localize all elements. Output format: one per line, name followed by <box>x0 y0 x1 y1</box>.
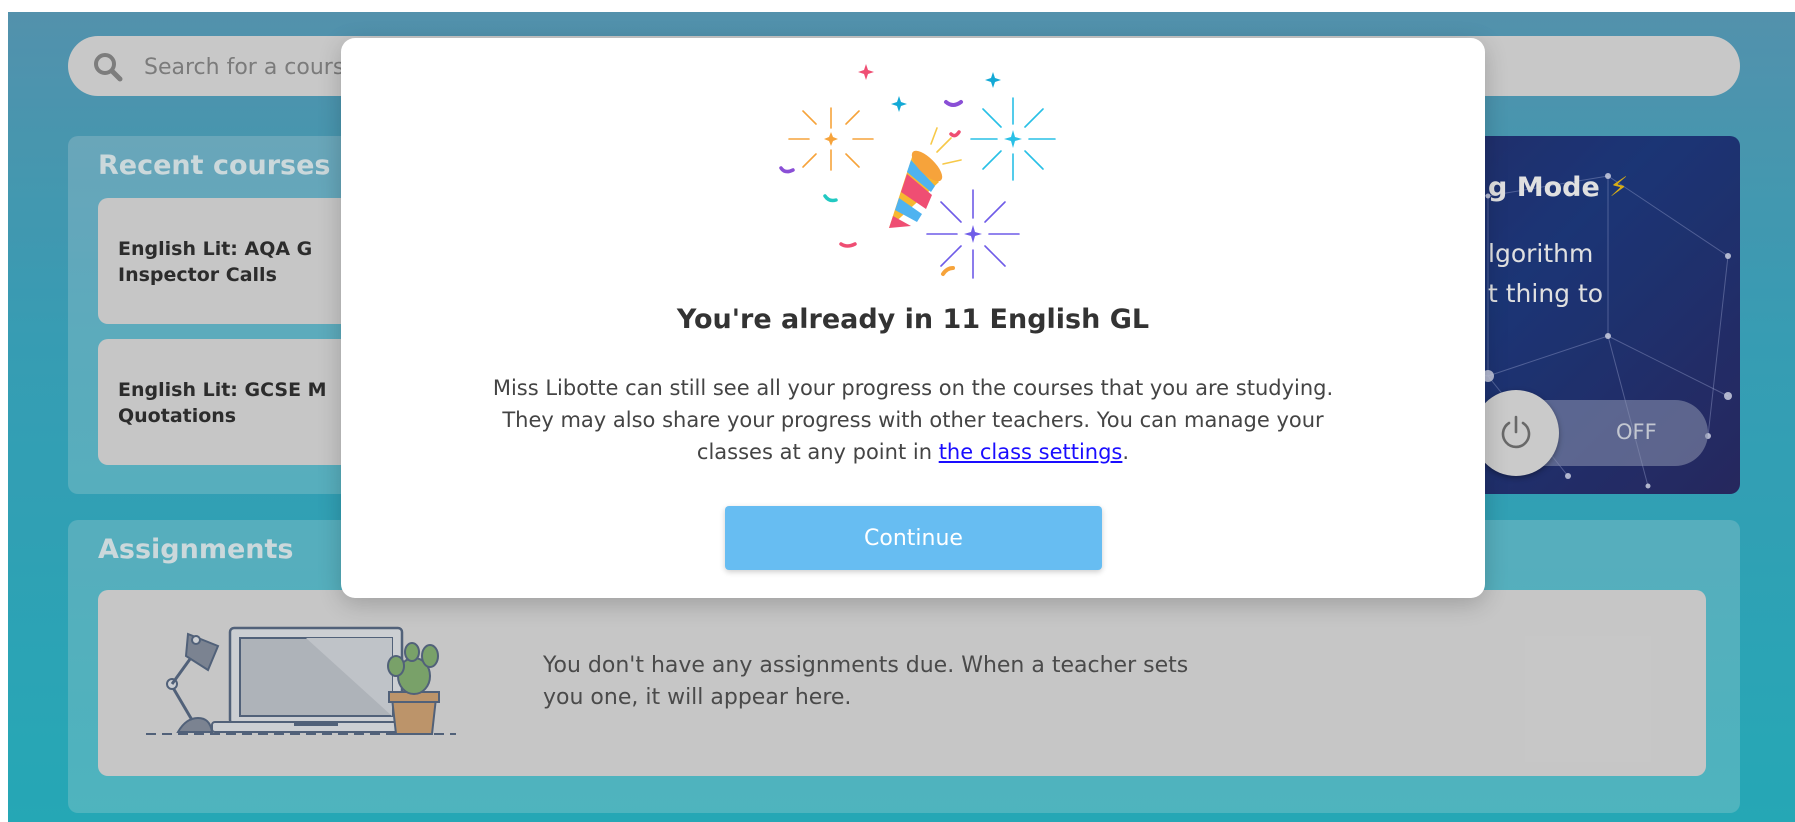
already-in-class-modal: You're already in 11 English GL Miss Lib… <box>341 38 1485 598</box>
continue-button[interactable]: Continue <box>725 506 1102 570</box>
modal-body-suffix: . <box>1122 440 1130 464</box>
modal-body-text: Miss Libotte can still see all your prog… <box>492 376 1334 464</box>
modal-title: You're already in 11 English GL <box>676 304 1150 335</box>
party-popper-icon <box>779 64 1056 279</box>
app-frame: Recent courses English Lit: AQA G Inspec… <box>8 12 1795 822</box>
class-settings-link[interactable]: the class settings <box>939 440 1123 464</box>
modal-message: Miss Libotte can still see all your prog… <box>471 372 1355 468</box>
